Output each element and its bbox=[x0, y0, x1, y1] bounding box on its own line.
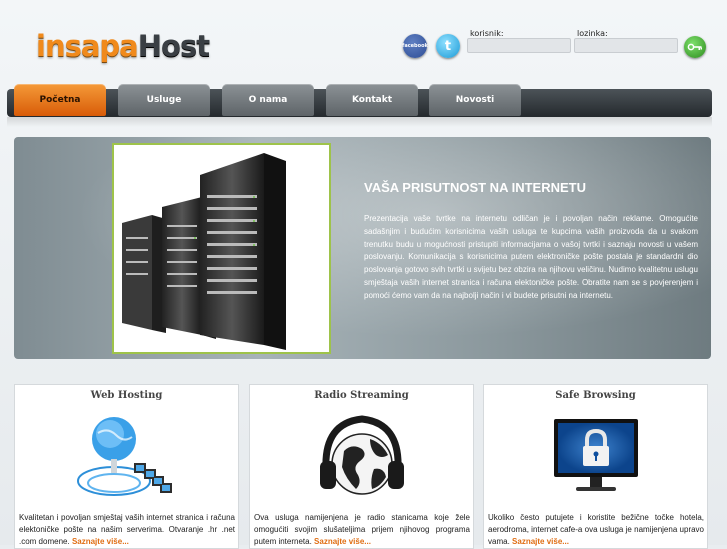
service-card-safe-browsing: Safe Browsing Ukoliko često putujete i k… bbox=[483, 384, 708, 549]
twitter-icon-text: t bbox=[444, 38, 452, 54]
read-more-link[interactable]: Saznajte više... bbox=[72, 537, 129, 546]
nav-shadow bbox=[7, 117, 712, 127]
facebook-icon[interactable]: facebook bbox=[402, 34, 428, 58]
nav-tab-pocetna[interactable]: Početna bbox=[14, 84, 106, 116]
padlock-monitor-icon bbox=[546, 409, 646, 513]
card-title: Web Hosting bbox=[90, 390, 163, 401]
username-input[interactable] bbox=[467, 38, 571, 53]
read-more-link[interactable]: Saznajte više... bbox=[314, 537, 371, 546]
nav-tab-o-nama[interactable]: O nama bbox=[222, 84, 314, 116]
logo-part-1: insapa bbox=[36, 29, 139, 63]
card-description: Ova usluga namijenjena je radio stanicam… bbox=[254, 512, 470, 549]
password-input[interactable] bbox=[574, 38, 678, 53]
service-card-web-hosting: Web Hosting Kvalitetan i povoljan smješt… bbox=[14, 384, 239, 549]
card-description: Kvalitetan i povoljan smještaj vaših int… bbox=[19, 512, 235, 549]
login-go-icon[interactable] bbox=[684, 36, 706, 58]
card-description: Ukoliko često putujete i koristite bežič… bbox=[488, 512, 704, 549]
nav-tab-novosti[interactable]: Novosti bbox=[429, 84, 521, 116]
nav-tab-usluge[interactable]: Usluge bbox=[118, 84, 210, 116]
read-more-link[interactable]: Saznajte više... bbox=[512, 537, 569, 546]
headphones-globe-icon bbox=[312, 409, 412, 513]
nav-tab-kontakt[interactable]: Kontakt bbox=[326, 84, 418, 116]
hero-title: VAŠA PRISUTNOST NA INTERNETU bbox=[364, 180, 586, 195]
service-card-radio-streaming: Radio Streaming Ova usluga namijenjena j… bbox=[249, 384, 474, 549]
twitter-icon[interactable]: t bbox=[436, 34, 460, 58]
page: insapaHost facebook t korisnik: lozinka:… bbox=[0, 0, 727, 549]
logo-part-2: Host bbox=[137, 29, 210, 63]
facebook-icon-text: facebook bbox=[402, 43, 428, 49]
card-title: Radio Streaming bbox=[314, 390, 409, 401]
hero-description: Prezentacija vaše tvrtke na internetu od… bbox=[364, 214, 698, 300]
globe-network-icon bbox=[72, 409, 182, 513]
card-title: Safe Browsing bbox=[555, 390, 636, 401]
site-logo[interactable]: insapaHost bbox=[36, 26, 210, 66]
server-rack-illustration bbox=[112, 143, 331, 354]
